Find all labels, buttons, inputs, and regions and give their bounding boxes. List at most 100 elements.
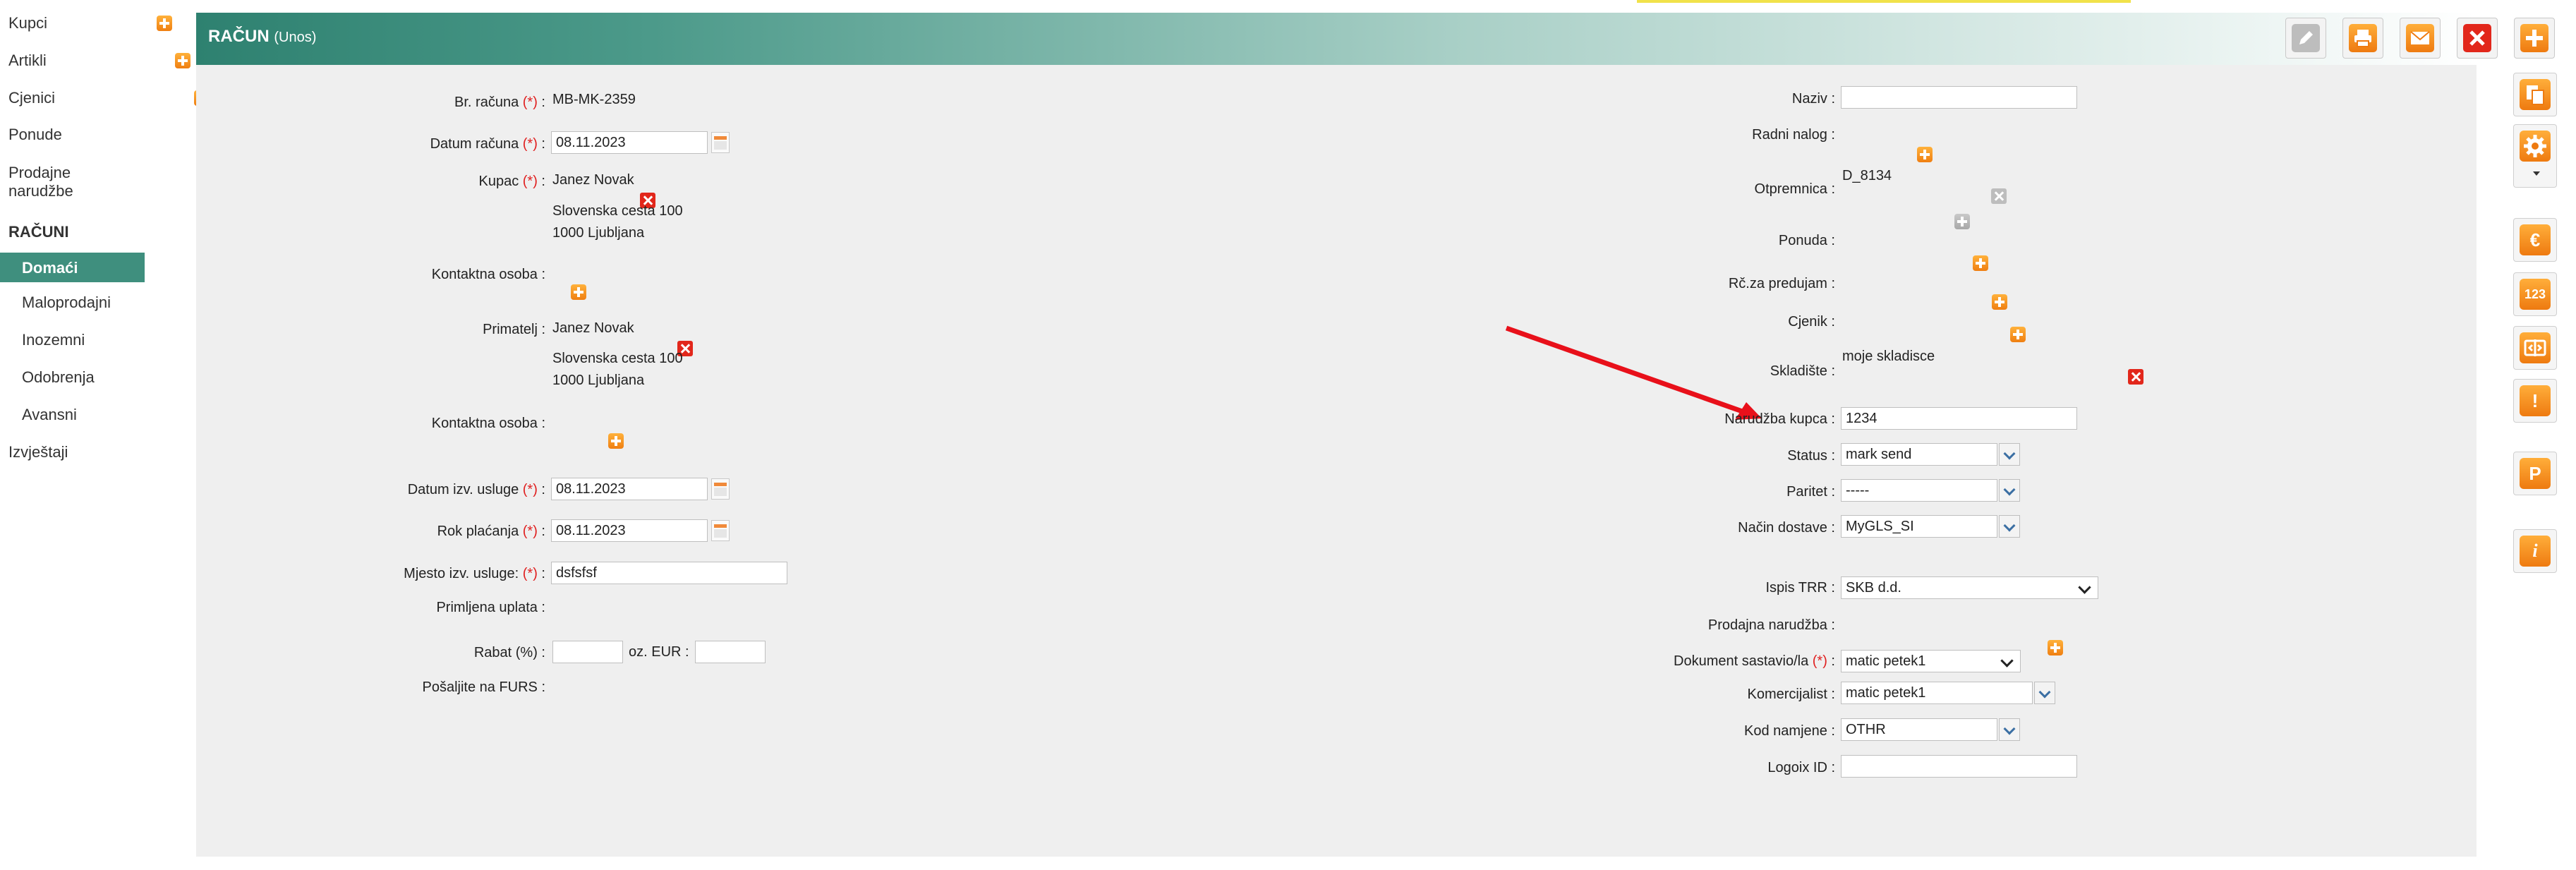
kontaktna-osoba-2-label: Kontaktna osoba : (431, 416, 545, 431)
rok-placanja-label: Rok plaćanja (*) : (437, 524, 545, 539)
kod-namjene-label: Kod namjene : (1744, 723, 1835, 739)
rc-za-predujam-add-icon[interactable] (1991, 294, 2007, 310)
datum-izv-usluge-label: Datum izv. usluge (*) : (407, 482, 545, 497)
otpremnica-label: Otpremnica : (1754, 181, 1835, 197)
komercijalist-select[interactable]: matic petek1 (1841, 682, 2033, 704)
datum-izv-usluge-input[interactable] (551, 478, 708, 500)
rc-za-predujam-label: Rč.za predujam : (1728, 276, 1835, 291)
sidebar-item-ponude[interactable]: Ponude (0, 126, 145, 147)
rok-placanja-calendar-icon[interactable] (711, 520, 730, 541)
split-button[interactable] (2513, 326, 2557, 370)
otpremnica-add-icon[interactable] (1954, 214, 1970, 229)
warning-button[interactable]: ! (2513, 379, 2557, 423)
close-button[interactable] (2457, 18, 2498, 59)
mjesto-izv-usluge-input[interactable] (551, 562, 787, 584)
dokument-sastavio-label: Dokument sastavio/la (*) : (1674, 653, 1835, 669)
numbers-icon: 123 (2520, 279, 2551, 310)
datum-izv-usluge-calendar-icon[interactable] (711, 478, 730, 500)
page-title: RAČUN (Unos) (208, 27, 317, 46)
chevron-down-icon (2003, 723, 2016, 735)
br-racuna-value: MB-MK-2359 (552, 92, 636, 107)
primatelj-label: Primatelj : (483, 322, 545, 337)
chevron-down-icon (2038, 686, 2051, 699)
print-button[interactable] (2342, 18, 2383, 59)
edit-button[interactable] (2285, 18, 2326, 59)
settings-dropdown-icon (2533, 171, 2540, 176)
paritet-dropdown-button[interactable] (1999, 479, 2020, 502)
annotation-arrow-icon (1505, 325, 1762, 420)
dokument-sastavio-select[interactable]: matic petek1 (1841, 650, 2021, 672)
cjenik-label: Cjenik : (1788, 314, 1835, 330)
chevron-down-icon (2003, 447, 2016, 460)
warning-icon: ! (2520, 385, 2551, 416)
sidebar-item-odobrenja[interactable]: Odobrenja (0, 368, 145, 389)
add-icon (2520, 24, 2548, 52)
sidebar-item-cjenici[interactable]: Cjenici (0, 89, 145, 110)
sidebar-item-avansni[interactable]: Avansni (0, 406, 145, 427)
skladiste-remove-icon[interactable] (2127, 369, 2143, 385)
sidebar-item-prodajne-narudzbe[interactable]: Prodajne narudžbe (0, 164, 145, 203)
logoix-id-label: Logoix ID : (1767, 760, 1835, 775)
settings-icon (2520, 131, 2551, 162)
add-button[interactable] (2514, 18, 2555, 59)
logoix-id-input[interactable] (1841, 755, 2077, 778)
status-select[interactable]: mark send (1841, 443, 1997, 466)
kupac-label: Kupac (*) : (478, 174, 545, 189)
close-icon (2463, 24, 2491, 52)
p-icon: P (2520, 458, 2551, 489)
kupac-address-line1: Slovenska cesta 100 (552, 203, 683, 219)
narudzba-kupca-input[interactable] (1841, 407, 2077, 430)
print-icon (2349, 24, 2377, 52)
sidebar-item-kupci[interactable]: Kupci (0, 14, 145, 35)
ispis-trr-select[interactable]: SKB d.d. (1841, 576, 2098, 599)
sidebar-add-artikli-icon[interactable] (175, 53, 191, 68)
euro-button[interactable]: € (2513, 218, 2557, 262)
naziv-input[interactable] (1841, 86, 2077, 109)
kontaktna-osoba-1-label: Kontaktna osoba : (431, 267, 545, 282)
datum-racuna-calendar-icon[interactable] (711, 132, 730, 153)
naziv-label: Naziv : (1791, 91, 1835, 107)
ponuda-add-icon[interactable] (1973, 255, 1989, 271)
paritet-select[interactable]: ----- (1841, 479, 1997, 502)
kontaktna-osoba-1-add-icon[interactable] (571, 284, 587, 300)
mjesto-izv-usluge-label: Mjesto izv. usluge: (*) : (404, 566, 545, 581)
nacin-dostave-select[interactable]: MyGLS_SI (1841, 515, 1997, 538)
info-button[interactable]: i (2513, 529, 2557, 573)
page-header-bar (196, 13, 2477, 65)
komercijalist-dropdown-button[interactable] (2034, 682, 2055, 704)
numbering-button[interactable]: 123 (2513, 272, 2557, 316)
settings-button[interactable] (2513, 124, 2557, 188)
email-icon (2406, 24, 2434, 52)
rok-placanja-input[interactable] (551, 519, 708, 542)
komercijalist-label: Komercijalist : (1747, 687, 1835, 702)
rabat-eur-input[interactable] (695, 641, 766, 663)
sidebar-section-racuni: RAČUNI (8, 223, 69, 241)
sidebar-item-inozemni[interactable]: Inozemni (0, 331, 145, 352)
kontaktna-osoba-2-add-icon[interactable] (608, 433, 624, 449)
primljena-uplata-label: Primljena uplata : (436, 600, 545, 615)
prodajna-narudzba-add-icon[interactable] (2047, 640, 2063, 655)
rabat-percent-input[interactable] (552, 641, 623, 663)
email-button[interactable] (2400, 18, 2441, 59)
datum-racuna-input[interactable] (551, 131, 708, 154)
sidebar-item-izvjestaji[interactable]: Izvještaji (0, 443, 145, 464)
edit-icon (2292, 24, 2320, 52)
sidebar-item-domaci[interactable]: Domaći (0, 253, 145, 282)
paritet-label: Paritet : (1786, 484, 1835, 500)
sidebar-add-kupci-icon[interactable] (157, 16, 172, 31)
p-button[interactable]: P (2513, 452, 2557, 495)
euro-icon: € (2520, 224, 2551, 255)
skladiste-value: moje skladisce (1842, 349, 1935, 364)
radni-nalog-add-icon[interactable] (1916, 147, 1933, 162)
sidebar-item-artikli[interactable]: Artikli (0, 52, 145, 73)
status-dropdown-button[interactable] (1999, 443, 2020, 466)
copy-button[interactable] (2513, 73, 2557, 116)
otpremnica-remove-icon[interactable] (1991, 188, 2007, 204)
otpremnica-value: D_8134 (1842, 168, 1892, 183)
kod-namjene-dropdown-button[interactable] (1999, 718, 2020, 741)
chevron-down-icon (2003, 519, 2016, 532)
cjenik-add-icon[interactable] (2010, 327, 2026, 342)
sidebar-item-maloprodajni[interactable]: Maloprodajni (0, 294, 145, 315)
kod-namjene-select[interactable]: OTHR (1841, 718, 1997, 741)
nacin-dostave-dropdown-button[interactable] (1999, 515, 2020, 538)
